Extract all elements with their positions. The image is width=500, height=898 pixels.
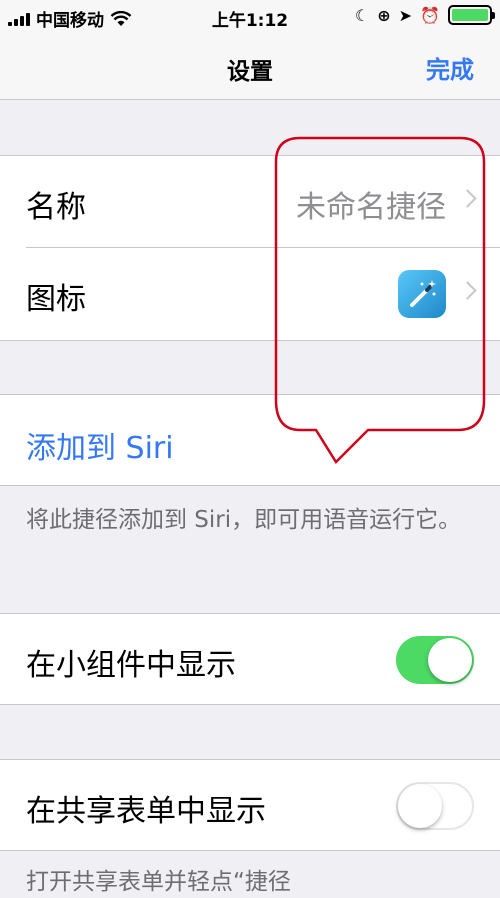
share-toggle[interactable] <box>396 782 474 830</box>
name-label: 名称 <box>26 190 86 225</box>
share-group: 在共享表单中显示 <box>0 759 500 851</box>
status-bar: 中国移动 上午1:12 ☾ ⊕ ➤ ⏰ <box>0 0 500 34</box>
rotation-lock-icon: ⊕ <box>377 5 391 25</box>
page-title: 设置 <box>227 59 273 85</box>
battery-icon <box>448 5 495 25</box>
name-row[interactable]: 名称 未命名捷径 <box>0 156 500 248</box>
alarm-icon: ⏰ <box>420 5 440 25</box>
icon-row[interactable]: 图标 <box>0 248 500 340</box>
done-button[interactable]: 完成 <box>426 50 474 85</box>
chevron-right-icon <box>458 189 477 208</box>
magic-wand-icon <box>398 270 446 318</box>
share-footer-text: 打开共享表单并轻点“捷径 <box>26 869 291 895</box>
icon-label: 图标 <box>26 282 86 317</box>
share-label: 在共享表单中显示 <box>26 794 266 829</box>
location-icon: ➤ <box>398 5 413 25</box>
navigation-bar: 设置 完成 <box>0 34 500 100</box>
add-to-siri-button[interactable]: 添加到 Siri <box>26 423 174 467</box>
chevron-right-icon <box>458 281 477 300</box>
widget-label: 在小组件中显示 <box>26 648 236 683</box>
widget-toggle[interactable] <box>396 636 474 684</box>
siri-footer-text: 将此捷径添加到 Siri，即可用语音运行它。 <box>26 507 462 533</box>
identity-group: 名称 未命名捷径 图标 <box>0 155 500 341</box>
name-value: 未命名捷径 <box>296 190 446 225</box>
siri-group: 添加到 Siri <box>0 394 500 486</box>
status-right: ☾ ⊕ ➤ ⏰ <box>354 5 495 25</box>
moon-icon: ☾ <box>354 5 370 25</box>
widget-group: 在小组件中显示 <box>0 613 500 705</box>
